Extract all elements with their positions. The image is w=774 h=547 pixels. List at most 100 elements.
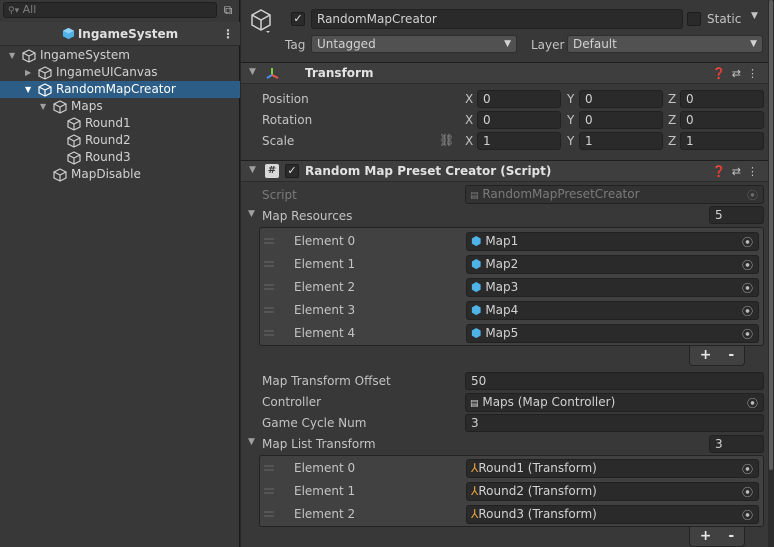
scale-y-field[interactable]: 1 — [579, 132, 663, 150]
scale-z-field[interactable]: 1 — [680, 132, 764, 150]
object-picker-icon[interactable]: ⦿ — [742, 507, 753, 524]
drag-handle-icon[interactable] — [264, 330, 274, 336]
drag-handle-icon[interactable] — [264, 488, 274, 494]
scene-menu-icon[interactable]: ⋮ — [222, 22, 234, 46]
list-item[interactable]: Element 1 ⅄Round2 (Transform) ⦿ — [260, 480, 763, 503]
object-picker-icon[interactable]: ⦿ — [742, 326, 753, 343]
script-enabled-checkbox[interactable]: ✓ — [285, 164, 299, 178]
more-icon[interactable]: ⋮ — [747, 67, 764, 80]
component-buttons[interactable]: ❓⇄⋮ — [712, 67, 764, 80]
drag-handle-icon[interactable] — [264, 465, 274, 471]
object-name-field[interactable]: RandomMapCreator — [311, 9, 683, 29]
expand-arrow-icon[interactable]: ▼ — [40, 98, 46, 115]
preset-icon[interactable]: ⇄ — [732, 165, 747, 178]
remove-element-button[interactable]: - — [728, 528, 734, 544]
hierarchy-item-round1[interactable]: Round1 — [0, 115, 240, 132]
scrollbar-thumb[interactable] — [769, 0, 773, 470]
map-object-field[interactable]: ⬢ Map2 ⦿ — [466, 255, 759, 274]
position-x-field[interactable]: 0 — [477, 90, 561, 108]
position-z-field[interactable]: 0 — [680, 90, 764, 108]
lock-view-icon[interactable]: ⧉ — [220, 2, 236, 18]
object-picker-icon[interactable]: ⦿ — [742, 484, 753, 501]
drag-handle-icon[interactable] — [264, 307, 274, 313]
axis-y-label: Y — [567, 134, 575, 148]
component-buttons[interactable]: ❓⇄⋮ — [712, 165, 764, 178]
map-object-field[interactable]: ⬢ Map4 ⦿ — [466, 301, 759, 320]
transform-header[interactable]: ▼ Transform ❓⇄⋮ — [241, 62, 774, 84]
map-list-add-remove[interactable]: + - — [689, 527, 745, 547]
object-picker-icon[interactable]: ⦿ — [742, 234, 753, 251]
static-checkbox[interactable] — [687, 12, 701, 26]
map-object-field[interactable]: ⬢ Map5 ⦿ — [466, 324, 759, 343]
static-dropdown-icon[interactable]: ▼ — [751, 11, 758, 21]
position-y-field[interactable]: 0 — [579, 90, 663, 108]
map-object-field[interactable]: ⬢ Map1 ⦿ — [466, 232, 759, 251]
gameobject-large-icon[interactable] — [249, 8, 273, 34]
transform-object-field[interactable]: ⅄Round1 (Transform) ⦿ — [466, 459, 759, 478]
hierarchy-search-input[interactable]: ⚲▾ All — [3, 2, 217, 18]
expand-arrow-icon[interactable]: ▼ — [9, 47, 15, 64]
map-resources-fold-icon[interactable]: ▼ — [248, 209, 255, 219]
drag-handle-icon[interactable] — [264, 511, 274, 517]
game-cycle-num-field[interactable]: 3 — [465, 414, 764, 432]
object-picker-icon[interactable]: ⦿ — [747, 395, 758, 412]
list-item[interactable]: Element 0 ⬢ Map1 ⦿ — [260, 230, 763, 253]
help-icon[interactable]: ❓ — [712, 165, 732, 178]
hierarchy-item-randommapcreator[interactable]: ▼ RandomMapCreator — [0, 81, 240, 98]
map-list-transform-label: Map List Transform — [262, 437, 376, 451]
help-icon[interactable]: ❓ — [712, 67, 732, 80]
list-item[interactable]: Element 2 ⬢ Map3 ⦿ — [260, 276, 763, 299]
map-transform-offset-field[interactable]: 50 — [465, 372, 764, 390]
transform-object-field[interactable]: ⅄Round2 (Transform) ⦿ — [466, 482, 759, 501]
fold-arrow-icon[interactable]: ▼ — [249, 67, 256, 77]
tag-dropdown[interactable]: Untagged ▼ — [311, 35, 517, 53]
object-picker-icon[interactable]: ⦿ — [742, 461, 753, 478]
map-list-fold-icon[interactable]: ▼ — [248, 437, 255, 447]
hierarchy-item-maps[interactable]: ▼ Maps — [0, 98, 240, 115]
object-picker-icon[interactable]: ⦿ — [742, 257, 753, 274]
rotation-y-field[interactable]: 0 — [579, 111, 663, 129]
object-picker-icon[interactable]: ⦿ — [742, 303, 753, 320]
list-item[interactable]: Element 0 ⅄Round1 (Transform) ⦿ — [260, 457, 763, 480]
drag-handle-icon[interactable] — [264, 284, 274, 290]
scene-header[interactable]: IngameSystem — [0, 22, 240, 46]
hierarchy-item-label: Maps — [71, 99, 103, 113]
add-element-button[interactable]: + — [700, 528, 712, 544]
hierarchy-item-round2[interactable]: Round2 — [0, 132, 240, 149]
hierarchy-item-ingameuicanvas[interactable]: ▶ IngameUICanvas — [0, 64, 240, 81]
list-item[interactable]: Element 1 ⬢ Map2 ⦿ — [260, 253, 763, 276]
hierarchy-item-mapdisable[interactable]: MapDisable — [0, 166, 240, 183]
map-resources-size-field[interactable]: 5 — [709, 206, 764, 224]
more-icon[interactable]: ⋮ — [747, 165, 764, 178]
transform-object-field[interactable]: ⅄Round3 (Transform) ⦿ — [466, 505, 759, 524]
rotation-z-field[interactable]: 0 — [680, 111, 764, 129]
hierarchy-item-label: IngameUICanvas — [56, 65, 158, 79]
controller-object-field[interactable]: ▤ Maps (Map Controller) ⦿ — [465, 393, 764, 412]
rotation-x-field[interactable]: 0 — [477, 111, 561, 129]
scale-x-field[interactable]: 1 — [477, 132, 561, 150]
expand-arrow-icon[interactable]: ▼ — [25, 81, 31, 98]
map-resources-add-remove[interactable]: + - — [689, 346, 745, 366]
fold-arrow-icon[interactable]: ▼ — [249, 165, 256, 175]
list-item[interactable]: Element 4 ⬢ Map5 ⦿ — [260, 322, 763, 345]
inspector-scrollbar[interactable] — [768, 0, 774, 547]
map-list-size-field[interactable]: 3 — [709, 435, 764, 453]
list-item[interactable]: Element 3 ⬢ Map4 ⦿ — [260, 299, 763, 322]
map-object-field[interactable]: ⬢ Map3 ⦿ — [466, 278, 759, 297]
drag-handle-icon[interactable] — [264, 238, 274, 244]
element-label: Element 2 — [294, 507, 356, 521]
list-item[interactable]: Element 2 ⅄Round3 (Transform) ⦿ — [260, 503, 763, 526]
script-component-header[interactable]: ▼ # ✓ Random Map Preset Creator (Script)… — [241, 160, 774, 182]
hierarchy-item-round3[interactable]: Round3 — [0, 149, 240, 166]
collapse-arrow-icon[interactable]: ▶ — [25, 64, 31, 81]
add-element-button[interactable]: + — [700, 347, 712, 363]
axis-z-label: Z — [668, 134, 677, 148]
constrain-proportions-icon[interactable]: ⛓ — [439, 133, 454, 147]
active-checkbox[interactable]: ✓ — [291, 12, 305, 26]
hierarchy-item-ingamesystem[interactable]: ▼ IngameSystem — [0, 47, 240, 64]
object-picker-icon[interactable]: ⦿ — [742, 280, 753, 297]
remove-element-button[interactable]: - — [728, 347, 734, 363]
drag-handle-icon[interactable] — [264, 261, 274, 267]
layer-dropdown[interactable]: Default ▼ — [567, 35, 763, 53]
preset-icon[interactable]: ⇄ — [732, 67, 747, 80]
